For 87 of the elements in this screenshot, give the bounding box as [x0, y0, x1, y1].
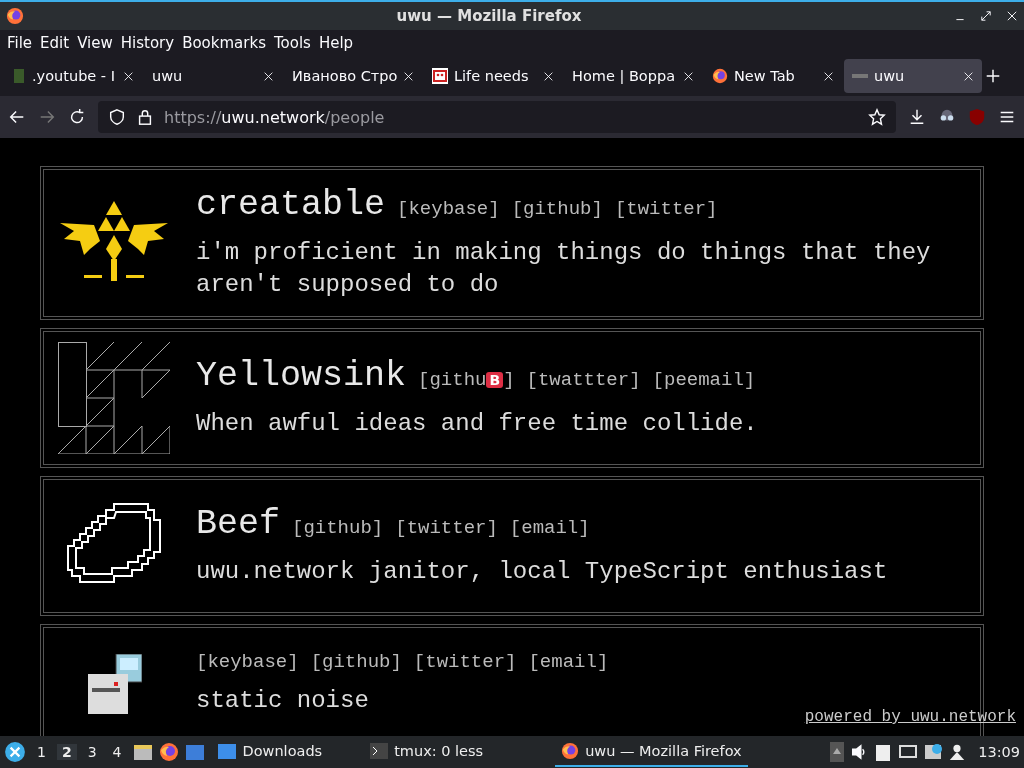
profile-link[interactable]: [keybase] [196, 651, 299, 673]
user-icon[interactable] [948, 743, 967, 761]
profile-link[interactable]: [twitter] [413, 651, 517, 673]
firefox-icon [158, 742, 179, 762]
tab-title: Home | Bорpa [572, 68, 677, 84]
file-drawer-icon[interactable] [132, 742, 153, 762]
profile-link[interactable]: [email] [509, 517, 590, 539]
close-tab-icon[interactable] [403, 70, 414, 82]
person-bio: When awful ideas and free time collide. [196, 409, 758, 439]
clipboard-icon[interactable] [874, 742, 893, 762]
profile-link[interactable]: [twattter] [526, 369, 641, 391]
menu-item[interactable]: Tools [269, 34, 315, 52]
close-tab-icon[interactable] [683, 70, 694, 82]
browser-tab[interactable]: .youtube - I [4, 59, 142, 93]
notification-icon[interactable] [924, 743, 943, 761]
person-name: Yellowsink [196, 356, 407, 396]
profile-link[interactable]: [twitter] [614, 198, 718, 220]
tab-title: .youtube - I [32, 68, 116, 84]
browser-tab[interactable]: Иваново Стро [284, 59, 422, 93]
browser-tab[interactable]: Home | Bорpa [564, 59, 702, 93]
taskbar-task[interactable]: uwu — Mozilla Firefox [555, 737, 748, 767]
menu-item[interactable]: History [116, 34, 179, 52]
clock: 13:09 [978, 744, 1020, 760]
person-name: Beef [196, 504, 280, 544]
page-icon [12, 68, 26, 84]
tab-title: Иваново Стро [292, 68, 397, 84]
terminal-icon [370, 743, 389, 759]
firefox-icon [561, 742, 580, 760]
person-name: creatable [196, 185, 386, 225]
shield-icon [108, 108, 126, 126]
menu-item[interactable]: Bookmarks [178, 34, 270, 52]
workspace-button[interactable]: 4 [107, 744, 127, 760]
profile-link[interactable]: [github] [310, 651, 402, 673]
bookmark-star-icon[interactable] [868, 108, 886, 126]
new-tab-icon[interactable] [984, 67, 1002, 85]
person-bio: i'm proficient in making things do things that they aren't supposed to do [196, 238, 932, 300]
profile-link[interactable]: [twitter] [395, 517, 498, 539]
profile-link[interactable]: [githu B] [418, 369, 515, 391]
download-icon[interactable] [908, 108, 926, 126]
profile-link[interactable]: [email] [528, 651, 609, 673]
close-tab-icon[interactable] [263, 70, 274, 82]
folder-icon [216, 742, 237, 760]
person-bio: static noise [196, 686, 370, 716]
site-icon [852, 71, 868, 81]
window-icon[interactable] [184, 742, 205, 762]
close-tab-icon[interactable] [123, 70, 134, 82]
browser-tab[interactable]: New Tab [704, 59, 842, 93]
browser-tab[interactable]: uwu [844, 59, 982, 93]
firefox-icon [712, 68, 728, 84]
face-icon [432, 68, 448, 84]
tab-title: uwu [152, 68, 184, 84]
lock-icon [136, 108, 154, 126]
workspace-button[interactable]: 1 [32, 744, 51, 760]
scroll-up-icon[interactable] [830, 742, 845, 762]
browser-tab[interactable]: uwu [144, 59, 282, 93]
footer-link[interactable]: powered by uwu.network [804, 708, 1016, 726]
profile-link[interactable]: [github] [511, 198, 603, 220]
back-icon[interactable] [8, 108, 26, 126]
menu-item[interactable]: View [73, 34, 117, 52]
app-launcher-icon[interactable] [4, 741, 26, 763]
maximize-icon[interactable] [980, 10, 992, 22]
computer-drawing [86, 654, 142, 714]
window-title: uwu — Mozilla Firefox [395, 7, 583, 25]
reload-icon[interactable] [68, 108, 86, 126]
close-tab-icon[interactable] [963, 70, 974, 82]
tab-title: uwu [874, 68, 906, 84]
workspace-button[interactable]: 3 [82, 744, 102, 760]
close-tab-icon[interactable] [823, 70, 834, 82]
profile-link[interactable]: [keybase] [397, 198, 500, 220]
taskbar-task[interactable]: Downloads [210, 737, 329, 767]
profile-link[interactable]: [peemail] [652, 369, 756, 391]
close-icon[interactable] [1006, 10, 1018, 22]
address-bar[interactable]: https://uwu.network/people [98, 101, 896, 133]
profile-link[interactable]: [github] [292, 517, 384, 539]
taskbar-task[interactable]: tmux: 0 less [364, 737, 490, 767]
person-bio: uwu.network janitor, local TypeScript enthusiast [196, 557, 888, 587]
tab-title: Life needs [454, 68, 530, 84]
network-icon[interactable] [898, 743, 919, 761]
menu-item[interactable]: File [3, 34, 37, 52]
close-tab-icon[interactable] [543, 70, 554, 82]
browser-tab[interactable]: Life needs [424, 59, 562, 93]
forward-icon[interactable] [38, 108, 56, 126]
workspace-button[interactable]: 2 [56, 744, 77, 760]
menu-item[interactable]: Edit [36, 34, 74, 52]
tab-title: New Tab [734, 68, 796, 84]
firefox-icon [6, 7, 24, 25]
menu-item[interactable]: Help [314, 34, 358, 52]
